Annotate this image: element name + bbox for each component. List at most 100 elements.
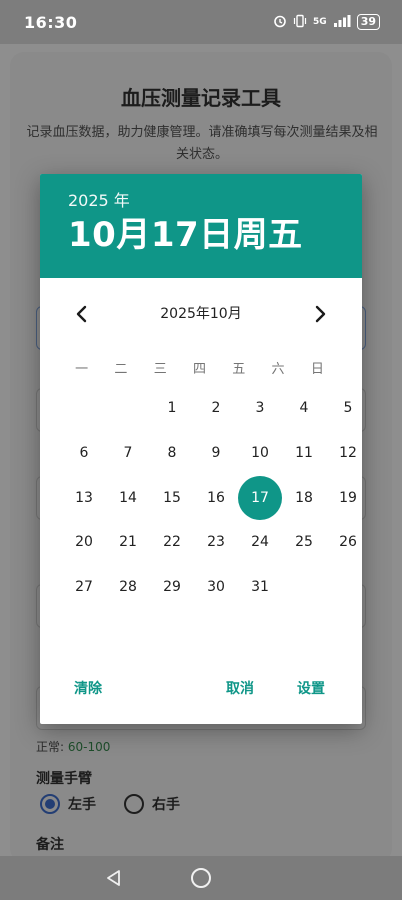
- page-title: 血压测量记录工具: [121, 86, 281, 110]
- radio-left-icon[interactable]: [40, 794, 60, 814]
- calendar-day-number: 26: [339, 534, 357, 551]
- weekday-label: 三: [153, 362, 167, 377]
- calendar-day-number: 14: [119, 489, 137, 506]
- calendar-day-number: 5: [343, 400, 353, 417]
- calendar-day[interactable]: 25: [282, 520, 326, 565]
- calendar-day[interactable]: 9: [194, 431, 238, 476]
- pulse-normal-range: 正常: 60-100: [36, 738, 110, 755]
- signal-icon: [333, 14, 351, 31]
- calendar-day[interactable]: 6: [62, 431, 106, 476]
- calendar-day[interactable]: 28: [106, 565, 150, 610]
- calendar-grid: 1 2 3 4 5 6 7 8 9 10 11 12 13 14 15 16 17 18 19 20 21 22 23 24 2…: [62, 386, 357, 610]
- arm-option-left-label: 左手: [68, 797, 96, 813]
- status-icons: 5G 39: [273, 14, 380, 31]
- calendar-day[interactable]: 27: [62, 565, 106, 610]
- vibrate-icon: [293, 14, 307, 31]
- chevron-left-icon[interactable]: [70, 302, 94, 326]
- weekday-label: 一: [75, 362, 89, 377]
- month-navigation: 2025年10月: [40, 302, 362, 326]
- clear-button[interactable]: 清除: [74, 678, 102, 698]
- calendar-day-number: 29: [163, 579, 181, 596]
- arm-option-right[interactable]: 右手: [124, 794, 180, 814]
- calendar-day-number: 30: [207, 579, 225, 596]
- calendar-day-number: 16: [207, 489, 225, 506]
- calendar-day[interactable]: 11: [282, 431, 326, 476]
- calendar-day[interactable]: 8: [150, 431, 194, 476]
- calendar-day[interactable]: 10: [238, 431, 282, 476]
- calendar-day[interactable]: 30: [194, 565, 238, 610]
- calendar-day-number: 2: [211, 400, 221, 417]
- calendar-day[interactable]: 16: [194, 475, 238, 520]
- calendar-empty-cell: [106, 386, 150, 431]
- weekday-header: 一 二 三 四 五 六 日: [62, 358, 337, 377]
- calendar-day-number: 31: [251, 579, 269, 596]
- weekday-label: 六: [271, 362, 285, 377]
- arm-option-right-label: 右手: [152, 797, 180, 813]
- calendar-day-number: 9: [211, 445, 221, 462]
- set-button[interactable]: 设置: [297, 678, 325, 698]
- calendar-day-number: 11: [295, 445, 313, 462]
- radio-right-icon[interactable]: [124, 794, 144, 814]
- calendar-day[interactable]: 22: [150, 520, 194, 565]
- calendar-day-number: 7: [123, 445, 133, 462]
- calendar-day-number: 1: [167, 400, 177, 417]
- calendar-day-selected[interactable]: 17: [238, 475, 282, 520]
- calendar-day[interactable]: 12: [326, 431, 362, 476]
- cancel-button[interactable]: 取消: [226, 678, 254, 698]
- calendar-day[interactable]: 5: [326, 386, 362, 431]
- battery-level: 39: [356, 14, 380, 30]
- calendar-day[interactable]: 23: [194, 520, 238, 565]
- calendar-day[interactable]: 20: [62, 520, 106, 565]
- chevron-right-icon[interactable]: [308, 302, 332, 326]
- navigation-bar: [0, 856, 402, 900]
- calendar-day-number: 23: [207, 534, 225, 551]
- dialog-actions: 清除 取消 设置: [40, 678, 362, 702]
- calendar-day[interactable]: 4: [282, 386, 326, 431]
- calendar-day[interactable]: 13: [62, 475, 106, 520]
- back-icon[interactable]: [104, 868, 124, 888]
- calendar-day[interactable]: 14: [106, 475, 150, 520]
- alarm-icon: [273, 14, 287, 31]
- calendar-day-number: 25: [295, 534, 313, 551]
- date-picker-header: 2025 年 10月17日周五: [40, 174, 362, 278]
- normal-range-label: 正常:: [36, 740, 68, 754]
- calendar-day[interactable]: 1: [150, 386, 194, 431]
- calendar-day-number: 12: [339, 445, 357, 462]
- calendar-day-number: 19: [339, 489, 357, 506]
- calendar-day-number: 20: [75, 534, 93, 551]
- arm-label: 测量手臂: [36, 771, 92, 787]
- calendar-day-number: 24: [251, 534, 269, 551]
- calendar-empty-cell: [62, 386, 106, 431]
- calendar-day-number: 13: [75, 489, 93, 506]
- calendar-day-number: 15: [163, 489, 181, 506]
- calendar-day-number: 28: [119, 579, 137, 596]
- calendar-day-number: 17: [238, 475, 282, 520]
- selected-date[interactable]: 10月17日周五: [68, 212, 334, 258]
- calendar-day-number: 21: [119, 534, 137, 551]
- calendar-day-number: 22: [163, 534, 181, 551]
- calendar-day[interactable]: 21: [106, 520, 150, 565]
- calendar-day[interactable]: 7: [106, 431, 150, 476]
- calendar-day[interactable]: 29: [150, 565, 194, 610]
- date-picker-dialog: 2025 年 10月17日周五 2025年10月 一 二 三 四 五 六 日 1…: [40, 174, 362, 724]
- calendar-day[interactable]: 15: [150, 475, 194, 520]
- calendar-day[interactable]: 26: [326, 520, 362, 565]
- weekday-label: 四: [192, 362, 206, 377]
- calendar-day-number: 6: [79, 445, 89, 462]
- page-description: 记录血压数据，助力健康管理。请准确填写每次测量结果及相关状态。: [26, 125, 378, 162]
- calendar-day[interactable]: 2: [194, 386, 238, 431]
- arm-option-left[interactable]: 左手: [40, 794, 96, 814]
- selected-year[interactable]: 2025 年: [68, 190, 334, 212]
- calendar-day[interactable]: 31: [238, 565, 282, 610]
- calendar-day-number: 3: [255, 400, 265, 417]
- weekday-label: 五: [232, 362, 246, 377]
- calendar-day[interactable]: 3: [238, 386, 282, 431]
- calendar-day[interactable]: 19: [326, 475, 362, 520]
- calendar-day[interactable]: 18: [282, 475, 326, 520]
- status-time: 16:30: [24, 12, 78, 32]
- normal-range-value: 60-100: [67, 740, 111, 754]
- calendar-day-number: 8: [167, 445, 177, 462]
- calendar-day-number: 10: [251, 445, 269, 462]
- calendar-day[interactable]: 24: [238, 520, 282, 565]
- home-icon[interactable]: [191, 868, 211, 888]
